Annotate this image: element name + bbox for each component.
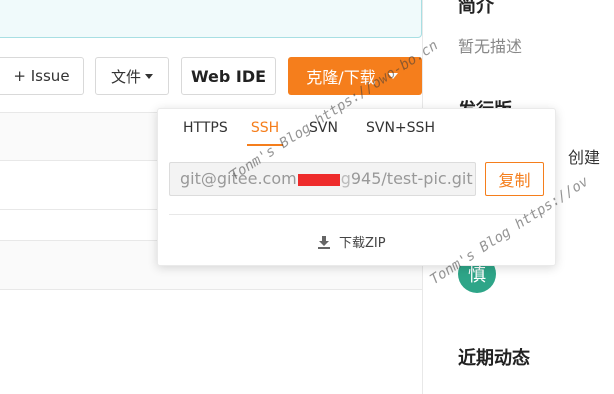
divider: [0, 289, 422, 290]
download-zip-label: 下载ZIP: [339, 236, 386, 251]
tab-svn-ssh[interactable]: SVN+SSH: [366, 120, 435, 146]
tab-https-label: HTTPS: [183, 120, 228, 136]
clone-url-hidden: g: [340, 169, 351, 188]
tab-ssh-label: SSH: [250, 120, 280, 136]
web-ide-button[interactable]: Web IDE: [181, 57, 276, 95]
clone-url-field[interactable]: git@gitee.com g945/test-pic.git: [169, 162, 476, 196]
web-ide-label: Web IDE: [190, 66, 267, 86]
activity-heading: 近期动态: [458, 348, 530, 369]
new-issue-label: + Issue: [13, 67, 70, 85]
info-banner: [0, 0, 422, 38]
file-menu-label: 文件: [110, 67, 141, 86]
download-icon: [318, 235, 330, 249]
new-issue-button[interactable]: + Issue: [0, 57, 84, 95]
intro-text: 暂无描述: [458, 37, 523, 56]
intro-heading: 简介: [458, 0, 494, 17]
download-zip-link[interactable]: 下载ZIP: [317, 232, 386, 251]
file-menu-button[interactable]: 文件: [95, 57, 169, 95]
tab-https[interactable]: HTTPS: [183, 120, 228, 146]
copy-label: 复制: [498, 171, 531, 190]
divider: [169, 214, 545, 215]
tab-svn-ssh-label: SVN+SSH: [366, 120, 435, 136]
redaction-mark: [297, 173, 340, 186]
create-release-link[interactable]: 创建: [568, 144, 600, 168]
chevron-down-icon: [145, 73, 153, 79]
copy-button[interactable]: 复制: [485, 162, 544, 196]
clone-url-suffix: 945/test-pic.git: [350, 169, 473, 188]
